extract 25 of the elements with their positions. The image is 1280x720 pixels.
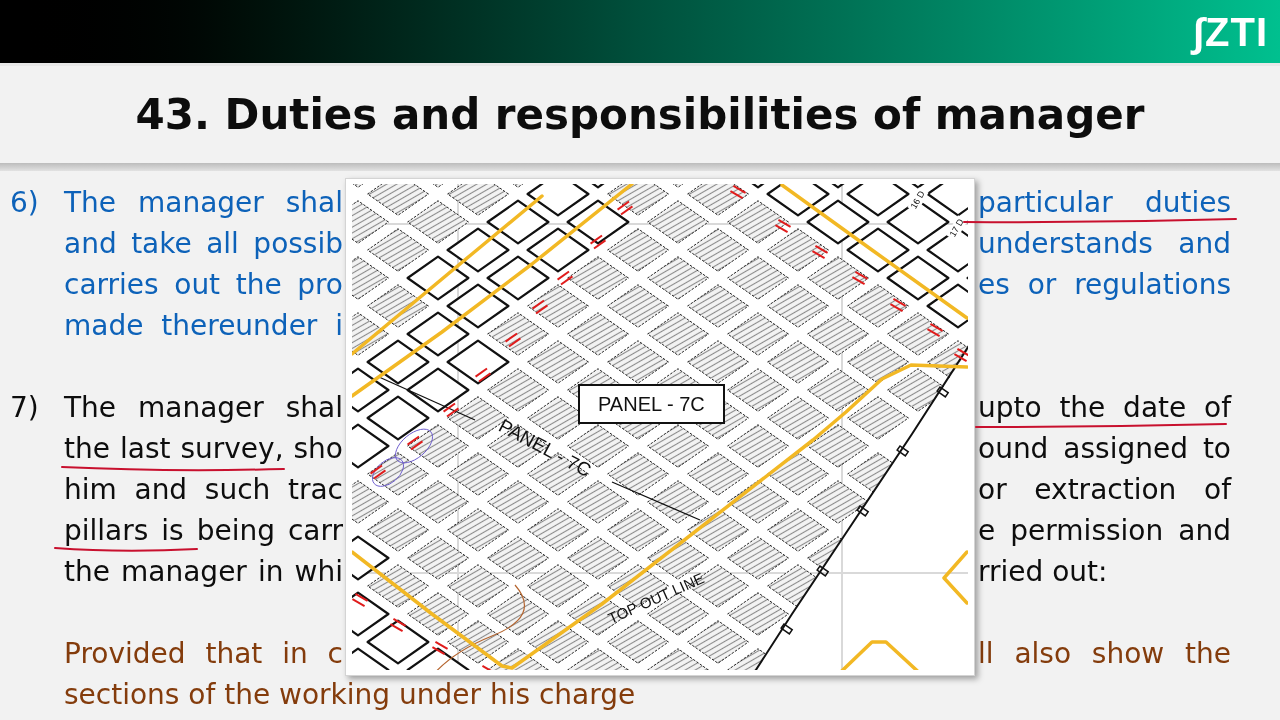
body-text-line: ound assigned to <box>978 434 1231 463</box>
body-text-line: es or regulations <box>978 270 1231 299</box>
body-text-line: understands and <box>978 229 1231 258</box>
body-text-line: carries out the pro <box>64 270 343 299</box>
body-text-line: pillars is being carr <box>64 516 343 545</box>
body-text-line: particular duties <box>978 188 1231 217</box>
body-text-line: ll also show the <box>978 639 1231 668</box>
slide-title: 43. Duties and responsibilities of manager <box>135 89 1145 140</box>
body-text-line: upto the date of <box>978 393 1231 422</box>
body-text-line: The manager shal <box>64 393 343 422</box>
body-text-line: and take all possib <box>64 229 343 258</box>
list-number: 6) <box>10 188 39 217</box>
body-text-line: made thereunder i <box>64 311 343 340</box>
body-text-line: him and such trac <box>64 475 343 504</box>
body-text-line: e permission and <box>978 516 1231 545</box>
map-label: PANEL - 7C <box>578 384 725 424</box>
body-text-line: or extraction of <box>978 475 1231 504</box>
body-text-line: The manager shal <box>64 188 343 217</box>
body-text-line: rried out: <box>978 557 1109 586</box>
body-text-line: the manager in whi <box>64 557 343 586</box>
map-label: TOP OUT LINE <box>605 570 707 626</box>
body-text-line: the last survey, sho <box>64 434 343 463</box>
list-number: 7) <box>10 393 39 422</box>
body-text-line: sections of the working under his charge <box>64 680 636 709</box>
body-text-line: Provided that in c <box>64 639 343 668</box>
